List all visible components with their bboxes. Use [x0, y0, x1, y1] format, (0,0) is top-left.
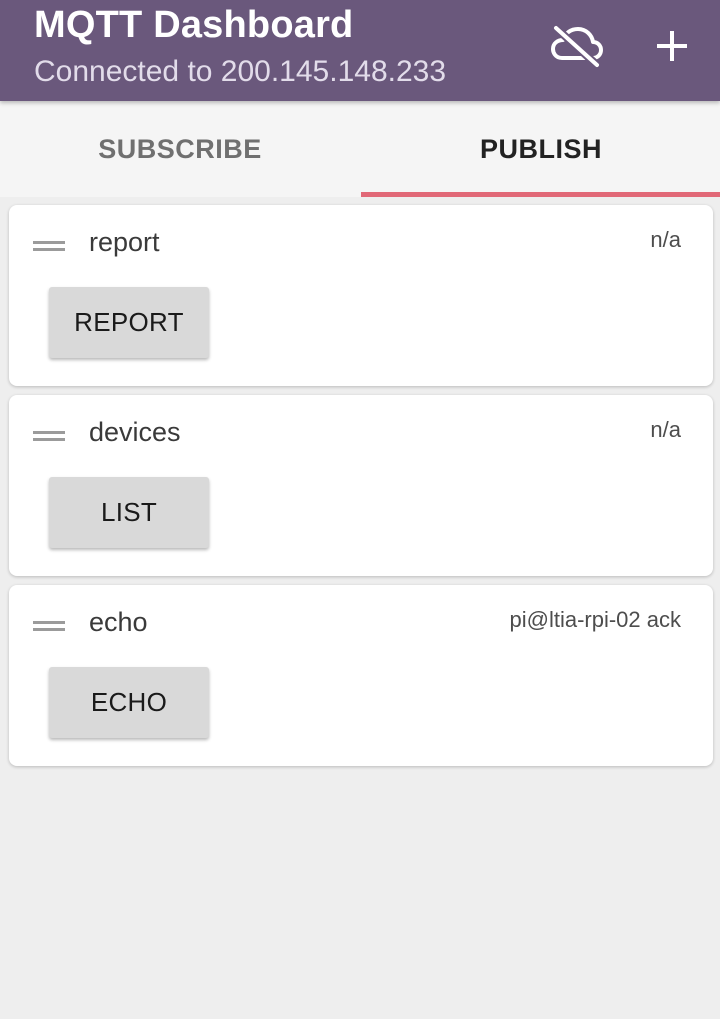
card-status: n/a — [650, 417, 681, 442]
publish-card-devices: devices n/a LIST — [9, 395, 713, 576]
drag-handle-icon[interactable] — [33, 621, 65, 633]
tab-bar: SUBSCRIBE PUBLISH — [0, 101, 720, 197]
card-title: devices — [89, 417, 181, 447]
card-status: n/a — [650, 227, 681, 252]
tab-subscribe[interactable]: SUBSCRIBE — [0, 101, 360, 197]
tab-publish[interactable]: PUBLISH — [361, 101, 720, 197]
tab-indicator — [361, 192, 720, 197]
card-title: report — [89, 227, 160, 257]
list-button[interactable]: LIST — [49, 477, 209, 548]
add-icon[interactable] — [652, 26, 692, 66]
publish-card-echo: echo pi@ltia-rpi-02 ack ECHO — [9, 585, 713, 766]
cloud-off-icon[interactable] — [550, 24, 604, 68]
card-title: echo — [89, 607, 148, 637]
drag-handle-icon[interactable] — [33, 241, 65, 253]
connection-status: Connected to 200.145.148.233 — [34, 55, 447, 88]
app-bar: MQTT Dashboard Connected to 200.145.148.… — [0, 0, 720, 101]
report-button[interactable]: REPORT — [49, 287, 209, 358]
publish-card-report: report n/a REPORT — [9, 205, 713, 386]
drag-handle-icon[interactable] — [33, 431, 65, 443]
echo-button[interactable]: ECHO — [49, 667, 209, 738]
app-title: MQTT Dashboard — [34, 4, 354, 46]
card-status: pi@ltia-rpi-02 ack — [509, 607, 682, 632]
